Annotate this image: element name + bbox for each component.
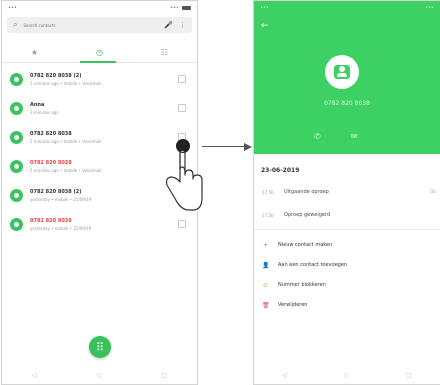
action-label: Nummer blokkeren [278,282,326,288]
search-input[interactable] [23,20,159,30]
call-title: Anna [30,102,45,108]
navigation-bar: ◁ ○ □ [254,366,440,384]
nav-home-icon[interactable]: ○ [344,372,349,379]
block-icon: ⊘ [262,281,269,289]
transition-arrow [202,146,248,147]
call-info-icon[interactable] [178,104,186,112]
back-arrow-icon[interactable]: ← [261,21,269,31]
action-add-to-contact[interactable]: 👤 Aan een contact toevoegen [254,255,440,275]
status-time: ••• [8,5,17,11]
status-icons: ••• [170,5,191,11]
call-subtitle: 2 minutes ago • mobile • Voicemail [30,81,102,86]
contact-avatar [325,55,359,89]
call-type: Uitgaande oproep [284,189,329,195]
battery-icon [182,6,191,10]
call-list-item[interactable]: Anna 3 minutes ago [6,96,192,121]
call-info-icon[interactable] [178,75,186,83]
dialpad-icon: ⠿ [95,340,105,354]
call-title: 0782 820 8038 [30,160,72,166]
mic-icon[interactable]: 🎤 [164,21,173,29]
call-subtitle: yesterday • mobile • 21/09/19 [30,226,92,231]
message-icon[interactable]: ✉ [351,132,358,141]
call-type: Oproep geweigerd [284,212,331,218]
signal-icon: ••• [170,5,179,11]
action-create-contact[interactable]: + Nieuw contact maken [254,235,440,255]
nav-home-icon[interactable]: ○ [96,372,101,379]
star-icon: ★ [30,48,39,57]
contact-header: ••• ••• ← 0782 820 8038 ✆ ✉ [254,1,440,154]
avatar [10,131,23,144]
nav-recents-icon[interactable]: □ [161,372,167,379]
status-time: ••• [260,5,269,11]
action-label: Aan een contact toevoegen [278,262,348,268]
navigation-bar: ◁ ○ □ [2,366,197,384]
divider [254,229,440,230]
status-bar: ••• ••• [254,1,440,15]
action-list: + Nieuw contact maken 👤 Aan een contact … [254,235,440,315]
contact-number: 0782 820 8038 [324,100,370,107]
avatar [10,218,23,231]
search-icon: ⌕ [13,20,18,29]
action-label: Verwijderen [278,302,308,308]
person-icon [334,65,350,79]
avatar [10,102,23,115]
call-title: 0782 820 8038 (2) [30,73,82,79]
tab-favorites[interactable]: ★ [2,43,67,62]
call-subtitle: 3 minutes ago [30,110,59,115]
call-title: 0782 820 8038 [30,131,72,137]
call-details-screen: ••• ••• ← 0782 820 8038 ✆ ✉ 23-06-2019 1… [253,0,440,385]
more-options-icon[interactable]: ⋮ [179,21,186,29]
nav-back-icon[interactable]: ◁ [282,372,287,379]
search-bar[interactable]: ⌕ 🎤 ⋮ [7,17,192,33]
clock-icon: ◷ [96,48,103,57]
action-delete[interactable]: 🗑 Verwijderen [254,295,440,315]
call-info-icon[interactable] [178,220,186,228]
dialpad-button[interactable]: ⠿ [89,336,111,358]
status-bar: ••• ••• [2,1,197,15]
call-subtitle: 5 minutes ago • mobile • Voicemail [30,139,102,144]
call-title: 0782 820 8038 [30,218,72,224]
call-list-item[interactable]: 0782 820 8038 yesterday • mobile • 21/09… [6,212,192,237]
call-subtitle: yesterday • mobile • 21/09/19 [30,197,92,202]
call-list-item[interactable]: 0782 820 8038 (2) 2 minutes ago • mobile… [6,67,192,92]
header-actions: ✆ ✉ [314,132,357,141]
call-duration: 0s [430,189,436,195]
nav-back-icon[interactable]: ◁ [32,372,37,379]
nav-recents-icon[interactable]: □ [406,372,412,379]
avatar [10,160,23,173]
call-date: 23-06-2019 [261,167,300,174]
arrow-head-icon [244,143,252,151]
action-label: Nieuw contact maken [278,242,333,248]
tap-gesture-hand-icon [165,139,203,211]
tab-recents[interactable]: ◷ [67,43,132,62]
avatar [10,189,23,202]
person-add-icon: 👤 [262,261,270,269]
call-time: 17:50 [262,189,274,195]
tab-bar: ★ ◷ ☷ [2,43,197,63]
avatar [10,73,23,86]
call-time: 17:50 [262,212,274,218]
action-block-number[interactable]: ⊘ Nummer blokkeren [254,275,440,295]
call-detail-row: 17:50 Oproep geweigerd [262,210,440,220]
call-icon[interactable]: ✆ [314,132,321,141]
call-subtitle: 5 minutes ago • mobile • Voicemail [30,168,102,173]
status-icons: ••• [425,5,434,11]
active-tab-indicator [80,61,116,63]
trash-icon: 🗑 [262,301,270,309]
call-title: 0782 820 8038 (2) [30,189,82,195]
tab-contacts[interactable]: ☷ [132,43,197,62]
call-detail-row: 17:50 Uitgaande oproep 0s [262,187,440,197]
add-contact-icon: + [262,241,269,249]
contacts-icon: ☷ [160,48,169,57]
signal-icon: ••• [425,5,434,11]
